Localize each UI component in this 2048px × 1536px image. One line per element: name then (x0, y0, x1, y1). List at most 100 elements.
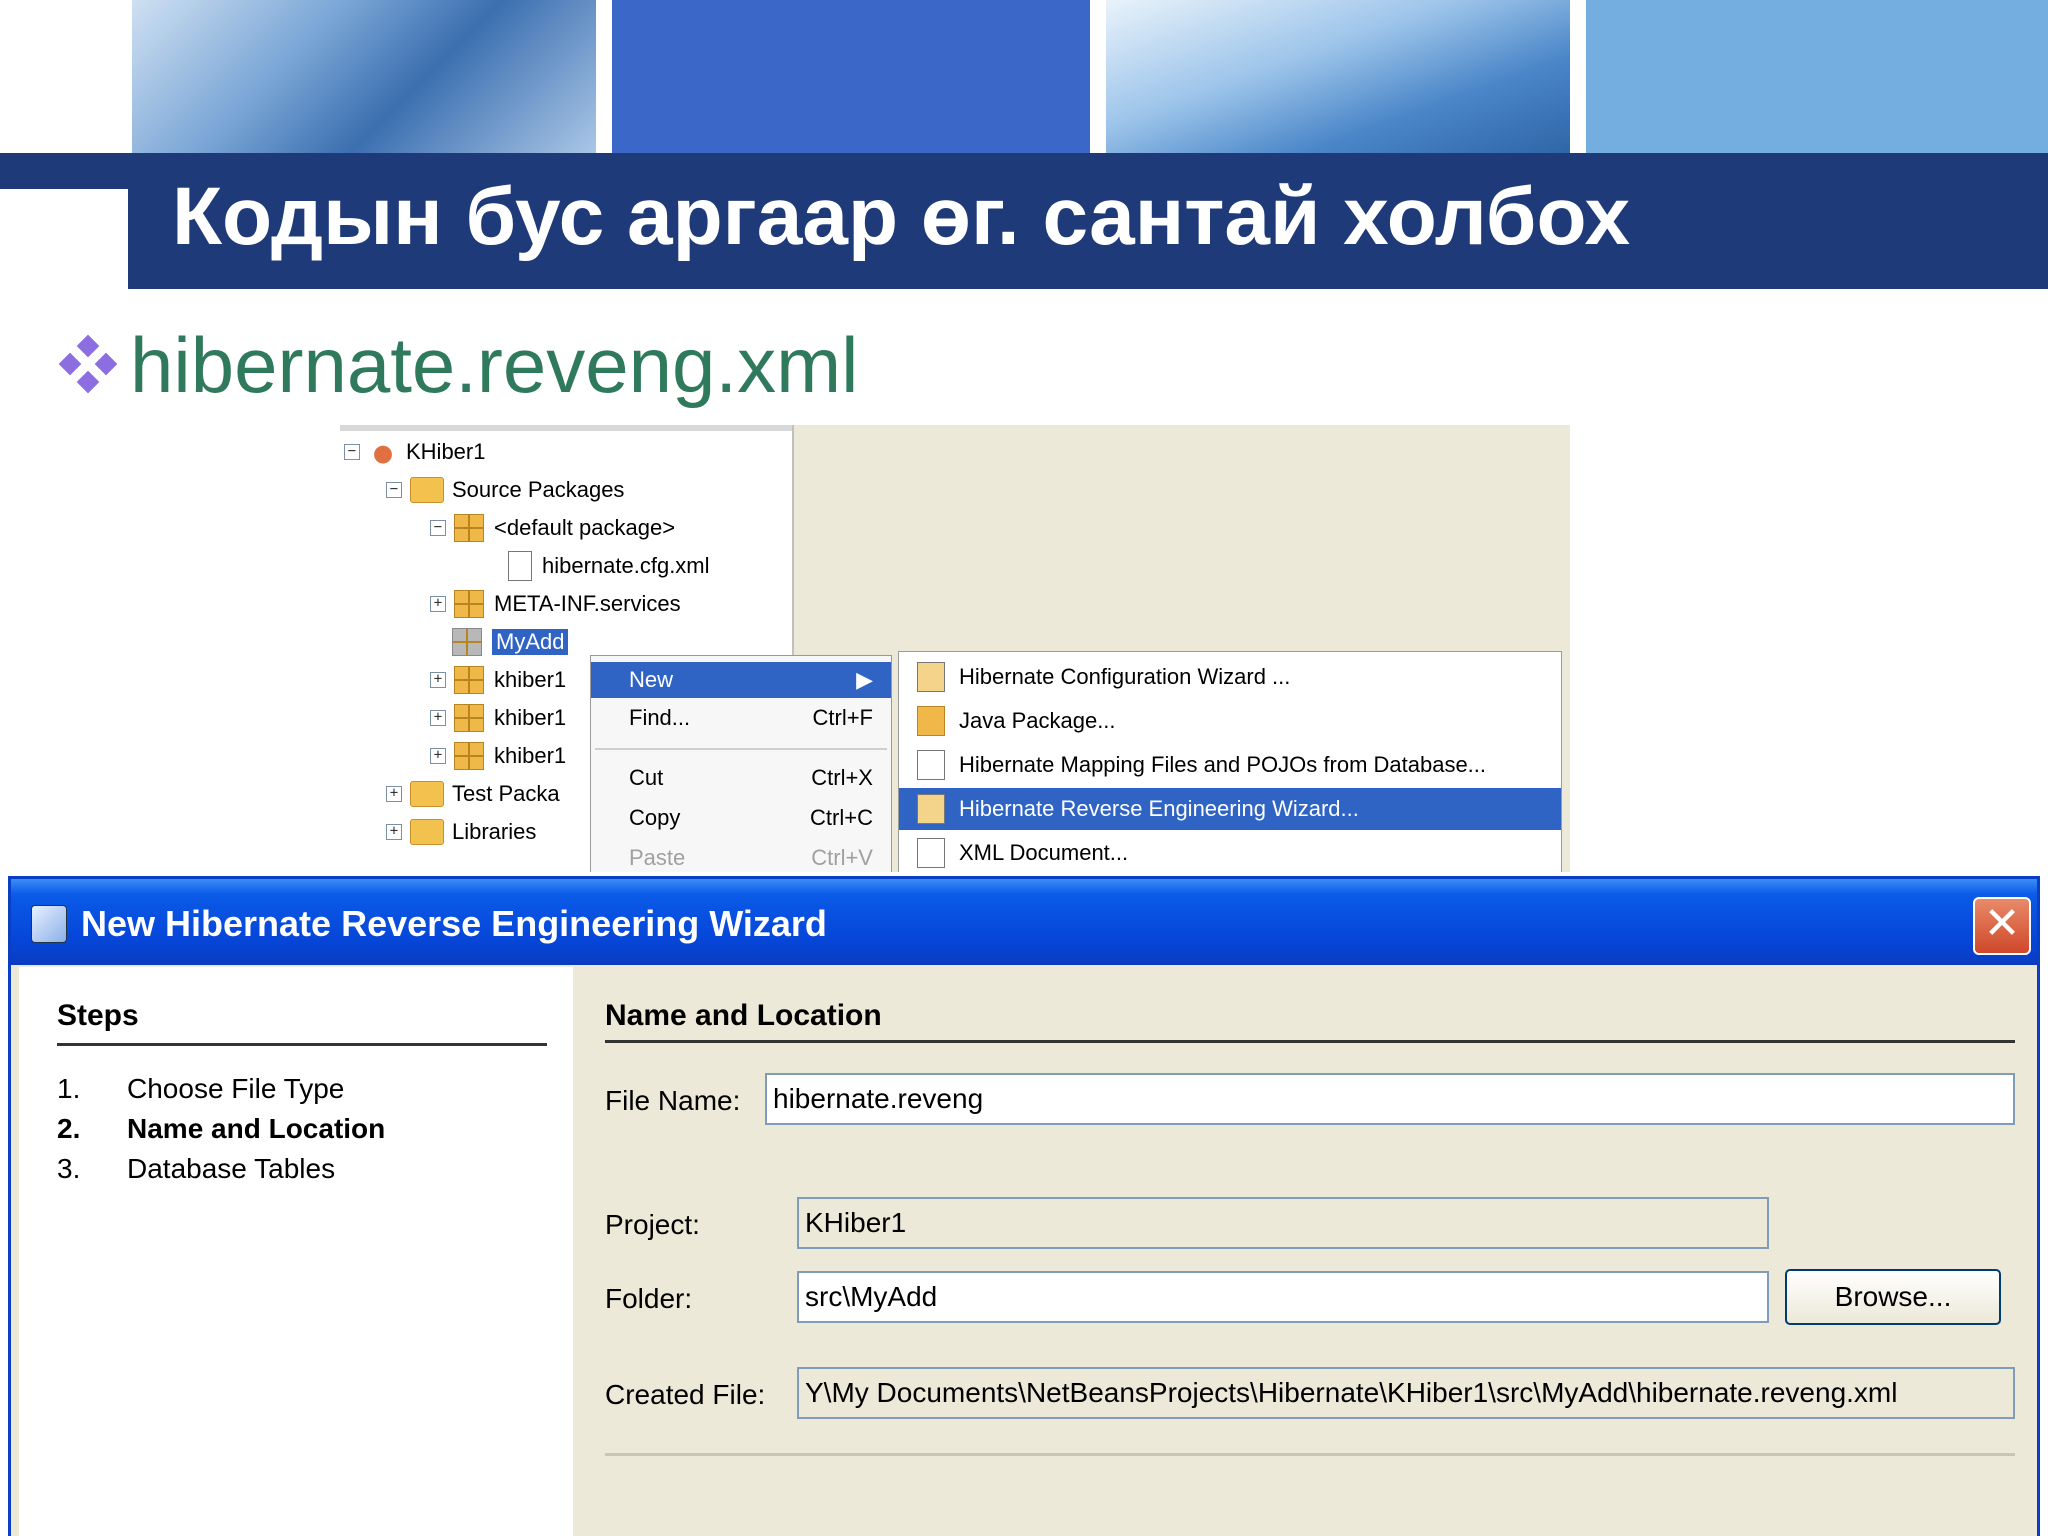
submenu-item-xml-document[interactable]: XML Document... (899, 832, 1561, 872)
menu-item-shortcut: Ctrl+F (812, 705, 874, 730)
step-item: 3. Database Tables (57, 1153, 335, 1185)
step-number: 1. (57, 1073, 81, 1104)
tree-item-project[interactable]: − KHiber1 (344, 435, 485, 469)
file-name-input[interactable]: hibernate.reveng (765, 1073, 2015, 1125)
folder-icon (410, 781, 444, 807)
wizard-icon (917, 794, 945, 824)
steps-divider (57, 1043, 547, 1046)
tree-item-meta-inf[interactable]: + META-INF.services (430, 587, 681, 621)
submenu-item-reverse-engineering[interactable]: Hibernate Reverse Engineering Wizard... (899, 788, 1561, 830)
step-label: Database Tables (127, 1153, 336, 1184)
menu-item-copy[interactable]: Copy Ctrl+C (591, 800, 891, 836)
tree-item-label: Source Packages (452, 477, 625, 502)
menu-item-paste: Paste Ctrl+V (591, 840, 891, 872)
submenu-item-label: Hibernate Reverse Engineering Wizard... (959, 796, 1359, 821)
menu-item-shortcut: Ctrl+V (811, 845, 873, 870)
steps-heading: Steps (57, 999, 139, 1032)
tree-item-label: <default package> (494, 515, 676, 540)
step-item: 1. Choose File Type (57, 1073, 344, 1105)
package-icon (454, 666, 484, 694)
step-number: 3. (57, 1153, 81, 1184)
wizard-dialog: New Hibernate Reverse Engineering Wizard… (8, 876, 2040, 1536)
folder-input[interactable]: src\MyAdd (797, 1271, 1769, 1323)
menu-item-label: Find... (629, 705, 691, 730)
panel-bottom-divider (605, 1453, 2015, 1456)
package-icon (917, 706, 945, 736)
tree-item-khiber1-b[interactable]: + khiber1 (430, 701, 566, 735)
expand-icon[interactable]: + (430, 748, 446, 764)
steps-panel: Steps 1. Choose File Type 2. Name and Loca… (19, 967, 573, 1536)
expand-icon[interactable]: + (430, 710, 446, 726)
package-icon (454, 590, 484, 618)
package-icon (452, 628, 482, 656)
menu-item-label: New (629, 667, 674, 692)
ide-screenshot: − KHiber1 − Source Packages − <default p… (340, 425, 1570, 872)
tree-item-default-package[interactable]: − <default package> (430, 511, 675, 545)
collapse-icon[interactable]: − (344, 444, 360, 460)
tree-item-hibernate-cfg[interactable]: hibernate.cfg.xml (508, 549, 710, 583)
menu-item-shortcut: Ctrl+C (810, 805, 873, 830)
project-field: KHiber1 (797, 1197, 1769, 1249)
expand-icon[interactable]: + (430, 596, 446, 612)
folder-icon (410, 477, 444, 503)
netbeans-cube-icon (31, 905, 67, 943)
bullet-row: hibernate.reveng.xml (58, 320, 858, 411)
created-file-label: Created File: (605, 1379, 766, 1410)
menu-item-cut[interactable]: Cut Ctrl+X (591, 760, 891, 796)
submenu-item-java-package[interactable]: Java Package... (899, 700, 1561, 742)
tree-item-myadd[interactable]: MyAdd (452, 625, 569, 659)
expand-icon[interactable]: + (386, 786, 402, 802)
banner-block-light-blue (1586, 0, 2048, 153)
submenu-item-label: Hibernate Mapping Files and POJOs from D… (959, 752, 1487, 777)
package-icon (454, 742, 484, 770)
dialog-title: New Hibernate Reverse Engineering Wizard (81, 903, 827, 944)
menu-item-shortcut: Ctrl+X (811, 765, 873, 790)
submenu-arrow-icon: ▶ (856, 667, 873, 692)
tree-item-label: khiber1 (494, 705, 567, 730)
banner-image-buildings (1106, 0, 1570, 153)
package-icon (454, 704, 484, 732)
menu-item-new[interactable]: New ▶ (591, 662, 891, 698)
created-file-field: Y\My Documents\NetBeansProjects\Hibernat… (797, 1367, 2015, 1419)
slide-title: Кодын бус аргаар өг. сантай холбох (172, 171, 1631, 262)
step-item-current: 2. Name and Location (57, 1113, 385, 1145)
tree-item-label: Test Packa (452, 781, 560, 806)
menu-item-label: Cut (629, 765, 664, 790)
tree-item-label: khiber1 (494, 667, 567, 692)
step-label: Choose File Type (127, 1073, 345, 1104)
banner-image-hands (132, 0, 596, 153)
close-button[interactable]: ✕ (1973, 897, 2031, 955)
expand-icon[interactable]: + (430, 672, 446, 688)
dialog-title-bar[interactable]: New Hibernate Reverse Engineering Wizard… (11, 879, 2037, 965)
menu-item-label: Paste (629, 845, 686, 870)
xml-file-icon (917, 838, 945, 868)
new-submenu: Hibernate Configuration Wizard ... Java … (898, 651, 1562, 872)
tree-item-label: hibernate.cfg.xml (542, 553, 710, 578)
tree-item-source-packages[interactable]: − Source Packages (386, 473, 624, 507)
folder-label: Folder: (605, 1283, 693, 1314)
tree-item-khiber1-a[interactable]: + khiber1 (430, 663, 566, 697)
tree-item-test-packages[interactable]: + Test Packa (386, 777, 560, 811)
tree-header-strip (340, 425, 792, 431)
collapse-icon[interactable]: − (430, 520, 446, 536)
project-icon (368, 439, 398, 465)
expand-icon[interactable]: + (386, 824, 402, 840)
submenu-item-hibernate-config[interactable]: Hibernate Configuration Wizard ... (899, 656, 1561, 698)
submenu-item-mapping-files[interactable]: Hibernate Mapping Files and POJOs from D… (899, 744, 1561, 786)
tree-item-libraries[interactable]: + Libraries (386, 815, 536, 849)
wizard-icon (917, 662, 945, 692)
xml-file-icon (508, 551, 532, 581)
collapse-icon[interactable]: − (386, 482, 402, 498)
tree-item-label: khiber1 (494, 743, 567, 768)
context-menu: New ▶ Find... Ctrl+F Cut Ctrl+X Copy Ctr… (590, 655, 892, 872)
step-number: 2. (57, 1113, 81, 1144)
submenu-item-label: XML Document... (959, 840, 1129, 865)
menu-item-find[interactable]: Find... Ctrl+F (591, 700, 891, 736)
submenu-item-label: Hibernate Configuration Wizard ... (959, 664, 1291, 689)
panel-heading: Name and Location (605, 999, 882, 1032)
file-icon (917, 750, 945, 780)
browse-button[interactable]: Browse... (1785, 1269, 2001, 1325)
step-label: Name and Location (127, 1113, 386, 1144)
tree-item-khiber1-c[interactable]: + khiber1 (430, 739, 566, 773)
bullet-text: hibernate.reveng.xml (130, 321, 859, 409)
